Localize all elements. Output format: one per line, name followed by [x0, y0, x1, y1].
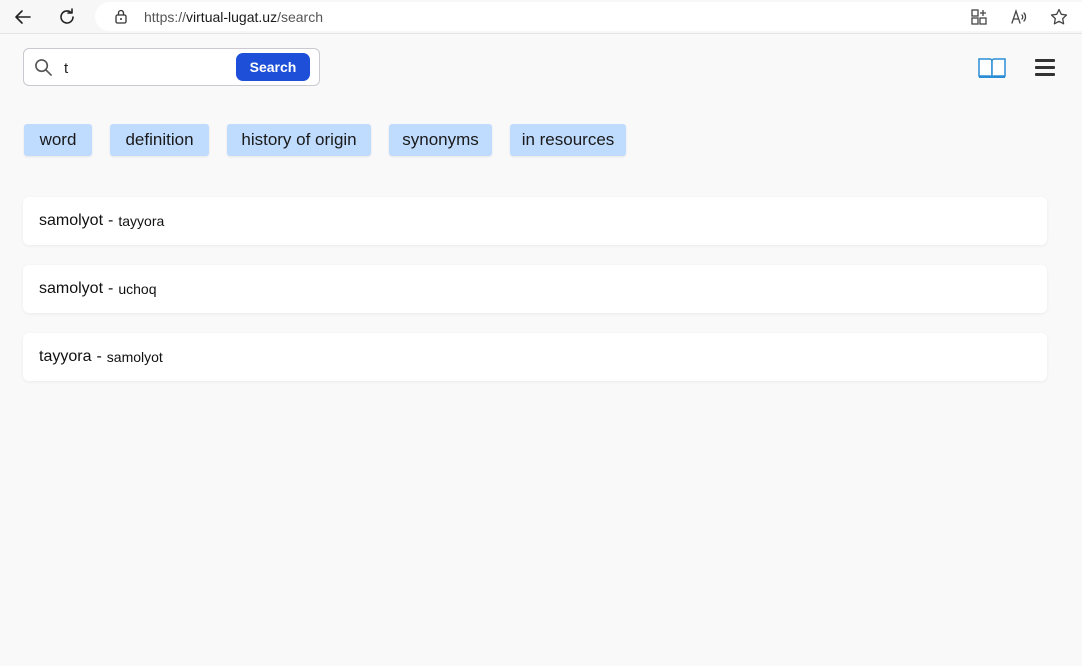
- url-text: https://virtual-lugat.uz/search: [144, 9, 323, 25]
- lock-icon: [115, 9, 127, 24]
- reload-button[interactable]: [54, 4, 80, 30]
- search-box: Search: [23, 48, 320, 86]
- filter-word[interactable]: word: [24, 124, 92, 156]
- result-word: tayyora: [39, 348, 92, 365]
- browser-toolbar: https://virtual-lugat.uz/search: [0, 0, 1082, 34]
- apps-icon[interactable]: [969, 7, 989, 27]
- arrow-left-icon: [15, 10, 31, 24]
- result-item[interactable]: tayyora - samolyot: [23, 333, 1047, 381]
- book-icon[interactable]: [977, 56, 1007, 80]
- result-separator: -: [108, 280, 114, 297]
- reload-icon: [60, 8, 74, 24]
- result-synonym: uchoq: [118, 281, 157, 297]
- result-word: samolyot: [39, 280, 104, 297]
- result-item[interactable]: samolyot - uchoq: [23, 265, 1047, 313]
- result-item[interactable]: samolyot - tayyora: [23, 197, 1047, 245]
- result-synonym: samolyot: [106, 349, 163, 365]
- filter-history-of-origin[interactable]: history of origin: [227, 124, 371, 156]
- result-synonym: tayyora: [118, 213, 165, 229]
- read-aloud-icon[interactable]: [1009, 7, 1029, 27]
- star-icon[interactable]: [1049, 7, 1069, 27]
- search-button[interactable]: Search: [236, 53, 310, 81]
- filter-in-resources[interactable]: in resources: [510, 124, 626, 156]
- filter-definition[interactable]: definition: [110, 124, 209, 156]
- result-word: samolyot: [39, 212, 104, 229]
- search-icon: [35, 59, 52, 76]
- search-input[interactable]: [64, 57, 254, 79]
- address-bar[interactable]: https://virtual-lugat.uz/search: [95, 2, 1082, 31]
- back-button[interactable]: [10, 4, 36, 30]
- filter-synonyms[interactable]: synonyms: [389, 124, 492, 156]
- hamburger-menu-icon[interactable]: [1035, 58, 1057, 78]
- result-separator: -: [96, 348, 102, 365]
- result-separator: -: [108, 212, 114, 229]
